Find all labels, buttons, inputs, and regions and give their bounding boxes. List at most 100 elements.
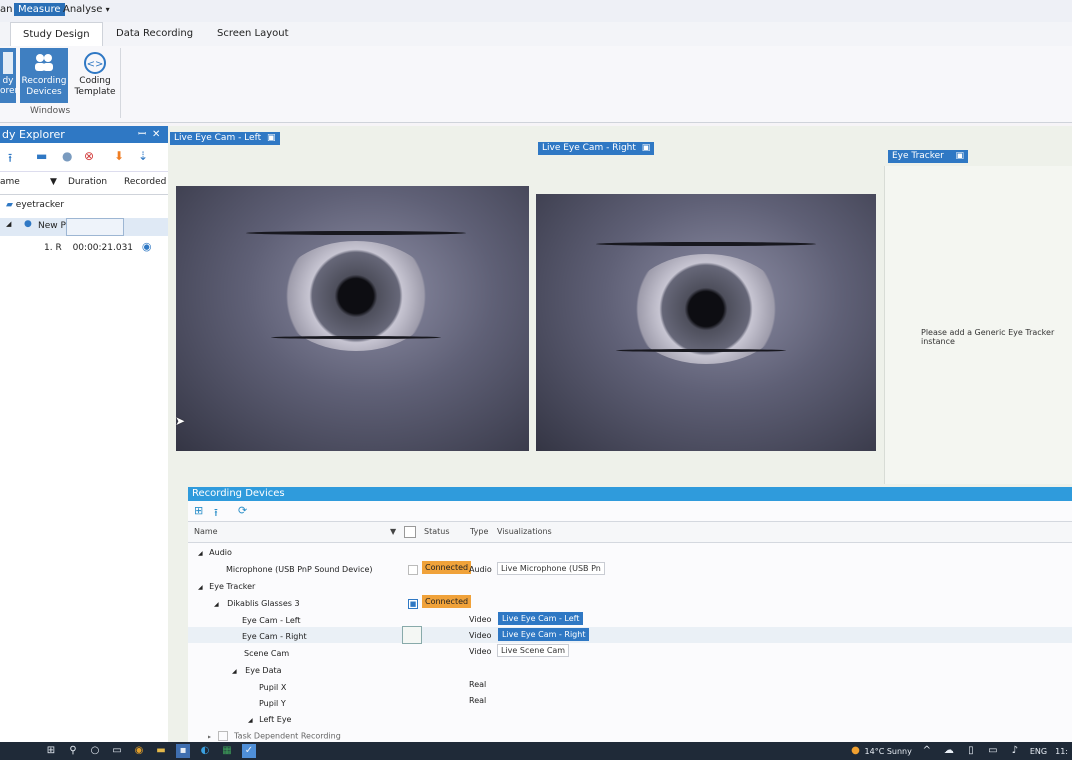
- visualization-chip[interactable]: Live Scene Cam: [497, 644, 570, 657]
- expand-icon[interactable]: ◢: [248, 717, 253, 724]
- tab-data-recording[interactable]: Data Recording: [116, 28, 193, 39]
- device-type: Video: [469, 647, 492, 656]
- col-duration[interactable]: Duration: [68, 177, 107, 187]
- channel-pupil-y[interactable]: Pupil Y: [259, 699, 286, 708]
- pin-icon[interactable]: ꟷ: [138, 126, 146, 143]
- device-group-left-eye[interactable]: ◢ Left Eye: [248, 715, 291, 724]
- expand-icon[interactable]: ◢: [198, 584, 203, 591]
- col-recorded[interactable]: Recorded: [124, 177, 166, 187]
- checkbox[interactable]: [217, 731, 228, 741]
- device-microphone[interactable]: Microphone (USB PnP Sound Device): [226, 565, 373, 574]
- study-explorer-button[interactable]: dy orer: [0, 48, 18, 103]
- expand-icon[interactable]: ◢: [198, 550, 203, 557]
- device-dikablis[interactable]: ◢ Dikablis Glasses 3: [214, 599, 300, 608]
- eye-icon[interactable]: ◉: [142, 240, 152, 253]
- maximize-icon[interactable]: ▣: [267, 133, 276, 143]
- coding-template-label: Coding Template: [74, 76, 116, 97]
- chevron-up-icon[interactable]: ^: [920, 744, 934, 758]
- person-icon: ●: [24, 219, 32, 229]
- device-eye-cam-right[interactable]: Eye Cam - Right: [242, 632, 307, 641]
- visualization-chip[interactable]: Live Eye Cam - Right: [498, 628, 590, 641]
- search-icon[interactable]: ⚲: [66, 744, 80, 758]
- folder-icon[interactable]: ▬: [36, 149, 47, 163]
- windows-start-icon[interactable]: ⊞: [44, 744, 58, 758]
- filter-icon[interactable]: ▼: [390, 527, 396, 536]
- menu-measure[interactable]: Measure: [14, 3, 65, 16]
- tab-screen-layout[interactable]: Screen Layout: [217, 28, 289, 39]
- volume-icon[interactable]: ♪: [1008, 744, 1022, 758]
- col-type[interactable]: Type: [470, 527, 488, 536]
- delete-icon[interactable]: ⊗: [84, 149, 94, 163]
- checkbox[interactable]: [408, 565, 418, 575]
- device-type: Video: [469, 615, 492, 624]
- expand-icon[interactable]: ◢: [214, 601, 219, 608]
- recording-devices-button[interactable]: Recording Devices: [20, 48, 68, 103]
- sort-icon[interactable]: ⭱: [8, 149, 12, 170]
- expand-icon[interactable]: ◢: [6, 220, 11, 228]
- eye-tracker-message: Please add a Generic Eye Tracker instanc…: [921, 328, 1055, 346]
- menu-design[interactable]: an: [0, 4, 12, 15]
- menu-analyse[interactable]: Analyse ▾: [63, 4, 110, 15]
- app-icon[interactable]: ▪: [176, 744, 190, 758]
- tab-study-design[interactable]: Study Design: [10, 22, 103, 47]
- folder-icon: ▰: [6, 200, 13, 210]
- device-scene-cam[interactable]: Scene Cam: [244, 649, 289, 658]
- tab-live-eye-cam-right[interactable]: Live Eye Cam - Right ▣: [538, 142, 655, 155]
- coding-template-button[interactable]: <> Coding Template: [72, 48, 118, 103]
- close-icon[interactable]: ▣: [955, 150, 964, 163]
- visualization-chip[interactable]: Live Eye Cam - Left: [498, 612, 584, 625]
- file-explorer-icon[interactable]: ▬: [154, 744, 168, 758]
- excel-icon[interactable]: ▦: [220, 744, 234, 758]
- expand-icon[interactable]: ▸: [208, 734, 211, 741]
- close-icon[interactable]: ✕: [152, 126, 160, 143]
- device-group-audio[interactable]: ◢ Audio: [198, 548, 232, 557]
- ribbon-group-label: Windows: [30, 106, 71, 116]
- network-icon[interactable]: ▭: [986, 744, 1000, 758]
- visualization-chip[interactable]: Live Microphone (USB Pn: [497, 562, 605, 575]
- device-eye-cam-left[interactable]: Eye Cam - Left: [242, 616, 301, 625]
- maximize-icon[interactable]: ▣: [642, 143, 651, 153]
- edge-icon[interactable]: ◐: [198, 744, 212, 758]
- task-view-icon[interactable]: ▭: [110, 744, 124, 758]
- add-participant-icon[interactable]: ●: [62, 149, 72, 163]
- menu-analyse-label: Analyse: [63, 4, 103, 15]
- refresh-icon[interactable]: ⟳: [238, 504, 247, 517]
- filter-icon[interactable]: ▼: [50, 177, 57, 187]
- chrome-icon[interactable]: ◉: [132, 744, 146, 758]
- col-status[interactable]: Status: [424, 527, 450, 536]
- tree-item-participant[interactable]: ◢ ● New P: [0, 218, 168, 236]
- device-group-eye-data[interactable]: ◢ Eye Data: [232, 666, 282, 675]
- cloud-icon[interactable]: ☁: [942, 744, 956, 758]
- expand-icon[interactable]: ◢: [232, 668, 237, 675]
- rename-input[interactable]: [66, 218, 124, 236]
- tab-live-eye-cam-left[interactable]: Live Eye Cam - Left ▣: [170, 132, 280, 145]
- task-dependent-recording[interactable]: ▸ Task Dependent Recording: [208, 731, 341, 741]
- language-indicator[interactable]: ENG: [1030, 747, 1047, 756]
- row-label: Dikablis Glasses 3: [227, 599, 300, 608]
- col-visualizations[interactable]: Visualizations: [497, 527, 552, 536]
- dlab-icon[interactable]: ✓: [242, 744, 256, 758]
- export-icon[interactable]: ⇣: [138, 149, 148, 163]
- tree-item-study[interactable]: ▰ eyetracker: [6, 200, 64, 210]
- ribbon: dy orer Recording Devices <> Coding Temp…: [0, 46, 1072, 123]
- hierarchy-icon[interactable]: ⊞: [194, 504, 203, 517]
- study-explorer-panel: dy Explorer ꟷ ✕ ⭱ ▬ ● ⊗ ⬇ ⇣ ame ▼ Durati…: [0, 126, 169, 742]
- col-name[interactable]: Name: [194, 527, 218, 536]
- checkbox[interactable]: ■: [408, 599, 418, 609]
- tab-label: Live Eye Cam - Left: [174, 133, 262, 143]
- channel-type: Real: [469, 696, 487, 705]
- battery-icon[interactable]: ▯: [964, 744, 978, 758]
- device-group-eye-tracker[interactable]: ◢ Eye Tracker: [198, 582, 255, 591]
- import-icon[interactable]: ⬇: [114, 149, 124, 163]
- tab-eye-tracker[interactable]: Eye Tracker ▣: [888, 150, 968, 163]
- tree-item-recording[interactable]: 1. R 00:00:21.031 ◉: [44, 240, 152, 253]
- checkbox[interactable]: [402, 626, 422, 644]
- col-name[interactable]: ame: [0, 177, 20, 187]
- clock[interactable]: 11:: [1055, 747, 1068, 756]
- cortana-icon[interactable]: ○: [88, 744, 102, 758]
- channel-pupil-x[interactable]: Pupil X: [259, 683, 286, 692]
- select-all-checkbox[interactable]: [404, 526, 416, 538]
- row-label: Scene Cam: [244, 649, 290, 658]
- tree-item-label: 1. R: [44, 243, 62, 253]
- weather-text[interactable]: 14°C Sunny: [865, 747, 912, 756]
